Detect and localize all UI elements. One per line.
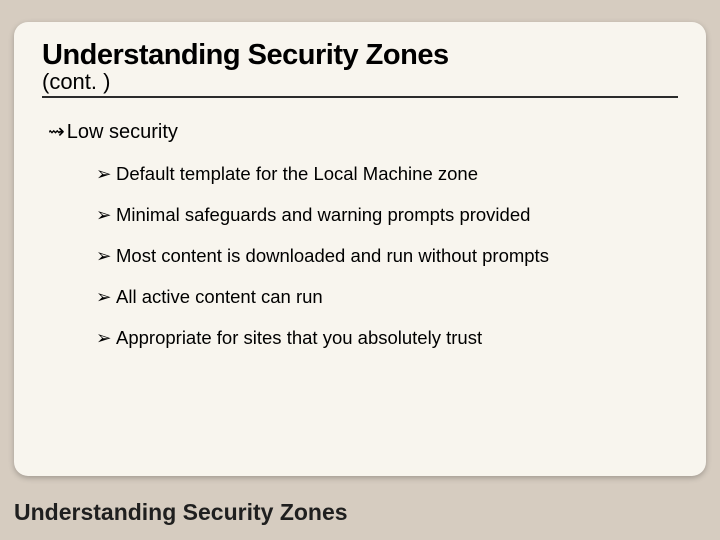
slide-card: Understanding Security Zones (cont. ) ⇝L…	[14, 22, 706, 476]
list-item: ➢Minimal safeguards and warning prompts …	[96, 203, 678, 226]
sub-bullet-list: ➢Default template for the Local Machine …	[96, 162, 678, 350]
list-item-text: Default template for the Local Machine z…	[116, 163, 478, 184]
title-block: Understanding Security Zones (cont. )	[42, 40, 678, 98]
list-item: ➢Appropriate for sites that you absolute…	[96, 326, 678, 349]
footer-title: Understanding Security Zones	[14, 499, 348, 526]
slide-title: Understanding Security Zones	[42, 40, 678, 70]
arrowhead-icon: ➢	[96, 203, 116, 226]
slide-subtitle: (cont. )	[42, 70, 678, 93]
arrowhead-icon: ➢	[96, 285, 116, 308]
list-item: ➢Most content is downloaded and run with…	[96, 244, 678, 267]
list-item-text: Most content is downloaded and run witho…	[116, 245, 549, 266]
bullet-low-security: ⇝Low security	[48, 120, 678, 144]
list-item-text: Appropriate for sites that you absolutel…	[116, 327, 482, 348]
arrowhead-icon: ➢	[96, 162, 116, 185]
list-item-text: Minimal safeguards and warning prompts p…	[116, 204, 530, 225]
list-item-text: All active content can run	[116, 286, 323, 307]
arrowhead-icon: ➢	[96, 244, 116, 267]
squiggle-arrow-icon: ⇝	[48, 120, 65, 144]
arrowhead-icon: ➢	[96, 326, 116, 349]
list-item: ➢All active content can run	[96, 285, 678, 308]
list-item: ➢Default template for the Local Machine …	[96, 162, 678, 185]
bullet-text: Low security	[67, 121, 178, 143]
